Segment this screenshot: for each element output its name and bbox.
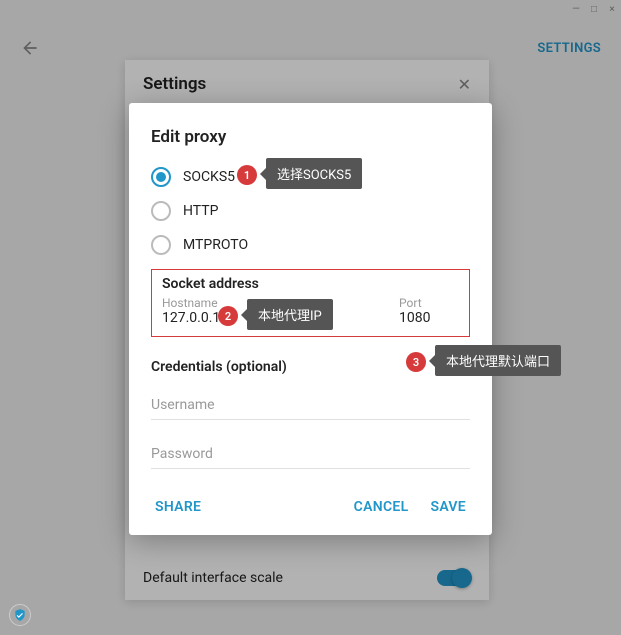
socket-address-title: Socket address bbox=[162, 276, 459, 292]
cancel-button[interactable]: CANCEL bbox=[350, 493, 413, 521]
dialog-title: Edit proxy bbox=[151, 127, 470, 147]
radio-label: SOCKS5 bbox=[183, 169, 235, 185]
save-button[interactable]: SAVE bbox=[426, 493, 470, 521]
port-value[interactable]: 1080 bbox=[399, 310, 459, 326]
radio-label: MTPROTO bbox=[183, 237, 248, 253]
radio-icon bbox=[151, 235, 171, 255]
callout-badge-3: 3 bbox=[406, 352, 426, 372]
password-input[interactable] bbox=[151, 440, 470, 469]
radio-icon bbox=[151, 167, 171, 187]
radio-icon bbox=[151, 201, 171, 221]
callout-tip-2: 本地代理IP bbox=[247, 299, 333, 330]
share-button[interactable]: SHARE bbox=[151, 493, 205, 521]
username-input[interactable] bbox=[151, 391, 470, 420]
shield-icon[interactable] bbox=[9, 604, 31, 626]
port-label: Port bbox=[399, 296, 459, 310]
callout-tip-1: 选择SOCKS5 bbox=[266, 158, 362, 189]
radio-label: HTTP bbox=[183, 203, 218, 219]
radio-mtproto[interactable]: MTPROTO bbox=[151, 235, 470, 255]
callout-tip-3: 本地代理默认端口 bbox=[435, 345, 561, 376]
callout-badge-1: 1 bbox=[237, 165, 257, 185]
radio-http[interactable]: HTTP bbox=[151, 201, 470, 221]
callout-badge-2: 2 bbox=[218, 306, 238, 326]
